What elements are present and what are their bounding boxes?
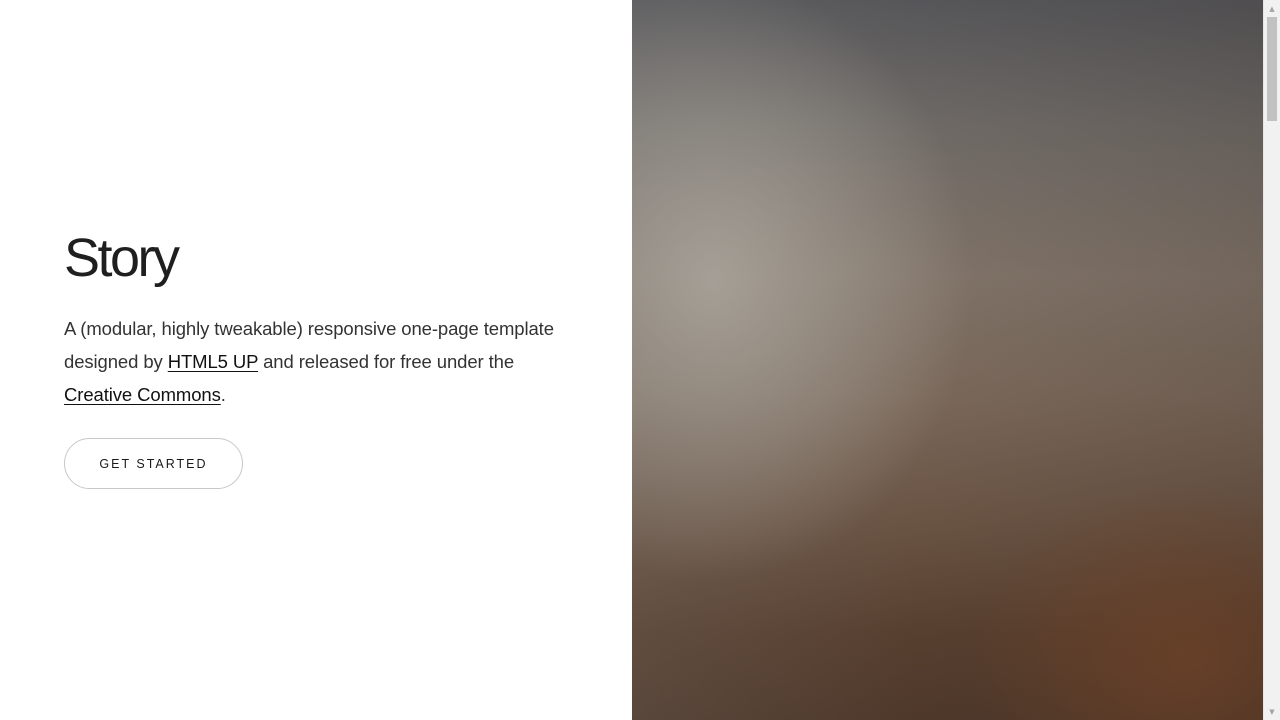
scrollbar-thumb[interactable] bbox=[1267, 17, 1277, 121]
hero-image bbox=[632, 0, 1263, 720]
content-pane: Story A (modular, highly tweakable) resp… bbox=[0, 0, 632, 720]
page-title: Story bbox=[64, 228, 180, 288]
scroll-up-arrow-icon[interactable]: ▲ bbox=[1264, 0, 1280, 17]
hero-section: Story A (modular, highly tweakable) resp… bbox=[64, 226, 564, 411]
html5up-link[interactable]: HTML5 UP bbox=[168, 351, 258, 372]
hero-text-part: and released for free under the bbox=[258, 351, 515, 372]
hero-description: A (modular, highly tweakable) responsive… bbox=[64, 312, 564, 411]
get-started-button[interactable]: GET STARTED bbox=[64, 438, 243, 489]
creative-commons-link[interactable]: Creative Commons bbox=[64, 384, 221, 405]
vertical-scrollbar[interactable]: ▲ ▼ bbox=[1263, 0, 1280, 720]
hero-text-part: . bbox=[220, 384, 226, 405]
scroll-down-arrow-icon[interactable]: ▼ bbox=[1264, 703, 1280, 720]
